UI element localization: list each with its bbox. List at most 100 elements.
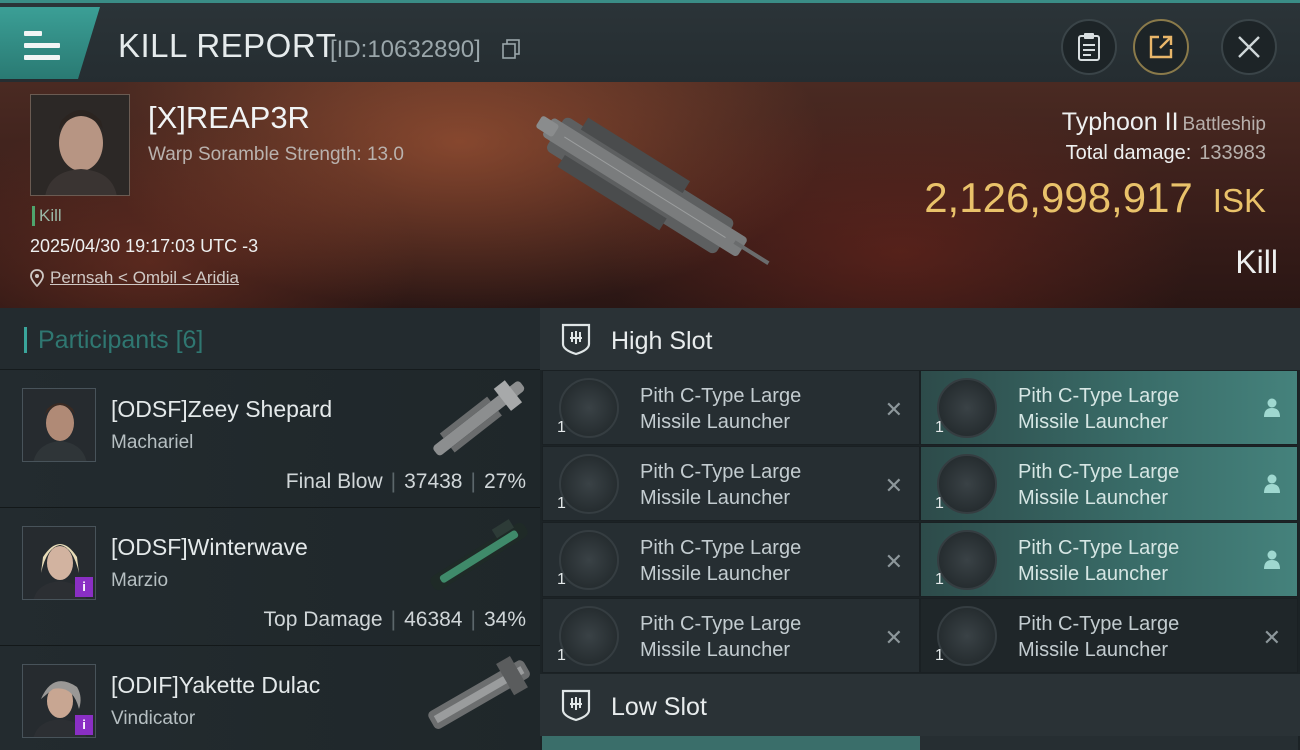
participants-title: Participants [6]	[38, 326, 204, 354]
missile-launcher-icon	[937, 530, 997, 590]
avatar: i	[22, 664, 96, 738]
high-slot-header: High Slot	[540, 308, 1300, 370]
avatar	[22, 388, 96, 462]
victim-ship: Typhoon II Battleship	[1062, 108, 1266, 137]
participant-ship-image	[428, 656, 530, 729]
header-accent-bar	[24, 327, 27, 353]
low-slot-module-partial[interactable]	[920, 736, 1298, 750]
participant-ship-image	[433, 380, 525, 456]
participant-row[interactable]: i [ODSF]Winterwave Marzio Top Damage | 463…	[0, 508, 540, 646]
module-slot[interactable]: 1 Pith C-Type Large Missile Launcher ✕	[542, 522, 920, 597]
module-name: Pith C-Type Large Missile Launcher	[640, 385, 802, 433]
module-quantity: 1	[557, 495, 566, 512]
low-slot-module-partial[interactable]	[542, 736, 920, 750]
participants-header[interactable]: Participants [6]	[0, 308, 540, 370]
low-slot-title: Low Slot	[611, 693, 707, 721]
module-name: Pith C-Type Large Missile Launcher	[1018, 385, 1180, 433]
participant-stats: Final Blow | 37438 | 27%	[285, 470, 526, 493]
participant-ship: Marzio	[111, 570, 169, 591]
victim-portrait[interactable]	[30, 94, 130, 196]
participant-ship: Vindicator	[111, 708, 196, 729]
module-quantity: 1	[557, 419, 566, 436]
close-icon: ✕	[884, 625, 903, 650]
participant-ship-image	[430, 519, 528, 591]
participant-stats: Top Damage | 46384 | 34%	[263, 608, 526, 631]
clipboard-button[interactable]	[1061, 19, 1117, 75]
module-slot[interactable]: 1 Pith C-Type Large Missile Launcher ✕	[542, 598, 920, 673]
ship-name: Typhoon II	[1061, 108, 1179, 136]
location-pin-icon	[30, 269, 44, 287]
participants-panel: Participants [6] [ODSF]Zeey Shepard Mach…	[0, 308, 540, 750]
module-slot[interactable]: 1 Pith C-Type Large Missile Launcher ✕	[542, 370, 920, 445]
menu-button[interactable]	[0, 7, 100, 79]
participant-row[interactable]: [ODSF]Zeey Shepard Machariel Final Blow |…	[0, 370, 540, 508]
victim-banner: [X]REAP3R Warp Soramble Strength: 13.0 K…	[0, 82, 1300, 308]
clipboard-icon	[1078, 33, 1100, 61]
missile-launcher-icon	[559, 606, 619, 666]
hamburger-menu-icon	[24, 31, 60, 60]
module-quantity: 1	[935, 571, 944, 588]
module-name: Pith C-Type Large Missile Launcher	[1018, 537, 1180, 585]
total-damage-label: Total damage:	[1065, 142, 1192, 164]
participant-role: Top Damage	[263, 608, 383, 631]
module-quantity: 1	[935, 495, 944, 512]
module-slot[interactable]: 1 Pith C-Type Large Missile Launcher	[920, 522, 1298, 597]
isk-unit: ISK	[1212, 182, 1266, 219]
kill-timestamp: 2025/04/30 19:17:03 UTC -3	[30, 236, 259, 256]
warp-scramble-strength: Warp Soramble Strength: 13.0	[148, 144, 404, 165]
share-button[interactable]	[1133, 19, 1189, 75]
module-slot[interactable]: 1 Pith C-Type Large Missile Launcher ✕	[920, 598, 1298, 673]
person-icon	[1264, 550, 1280, 569]
title-bar: KILL REPORT [ID:10632890]	[0, 0, 1300, 82]
total-damage: Total damage: 133983	[1066, 142, 1266, 165]
close-icon: ✕	[1262, 625, 1281, 650]
avatar: i	[22, 526, 96, 600]
module-name: Pith C-Type Large Missile Launcher	[640, 537, 802, 585]
module-name: Pith C-Type Large Missile Launcher	[640, 613, 802, 661]
participant-row[interactable]: i [ODIF]Yakette Dulac Vindicator	[0, 646, 540, 750]
module-quantity: 1	[935, 647, 944, 664]
isk-value: 2,126,998,917 ISK	[924, 174, 1266, 222]
share-icon	[1149, 35, 1173, 59]
copy-icon[interactable]	[502, 39, 520, 59]
missile-launcher-icon	[937, 378, 997, 438]
participants-count: [6]	[175, 326, 204, 354]
low-slot-icon	[561, 689, 591, 722]
victim-name: [X]REAP3R	[148, 100, 310, 135]
module-slot[interactable]: 1 Pith C-Type Large Missile Launcher	[920, 370, 1298, 445]
missile-launcher-icon	[937, 606, 997, 666]
participant-percent: 34%	[483, 608, 526, 631]
total-damage-value: 133983	[1199, 142, 1266, 164]
low-slot-header: Low Slot	[540, 674, 1300, 736]
module-quantity: 1	[557, 571, 566, 588]
person-icon	[1264, 474, 1280, 493]
participant-role: Final Blow	[285, 470, 383, 493]
close-icon: ✕	[884, 549, 903, 574]
module-quantity: 1	[557, 647, 566, 664]
close-icon: ✕	[884, 397, 903, 422]
participant-name: [ODSF]Winterwave	[111, 534, 308, 560]
page-title: KILL REPORT	[118, 27, 337, 64]
module-name: Pith C-Type Large Missile Launcher	[640, 461, 802, 509]
kill-location[interactable]: Pernsah < Ombil < Aridia	[30, 268, 239, 288]
ship-class: Battleship	[1182, 114, 1266, 135]
close-icon	[1238, 36, 1260, 58]
fitting-panel: High Slot 1 Pith C-Type Large Missile Lau…	[540, 308, 1300, 750]
missile-launcher-icon	[559, 378, 619, 438]
character-portrait-image	[31, 95, 129, 195]
module-quantity: 1	[935, 419, 944, 436]
kill-result: Kill	[1235, 244, 1278, 280]
close-button[interactable]	[1221, 19, 1277, 75]
info-badge: i	[75, 715, 93, 735]
missile-launcher-icon	[937, 454, 997, 514]
participant-damage: 46384	[404, 608, 463, 631]
close-icon: ✕	[884, 473, 903, 498]
location-link[interactable]: Pernsah < Ombil < Aridia	[50, 268, 239, 288]
high-slot-icon	[561, 323, 591, 356]
victim-ship-image[interactable]	[516, 100, 776, 290]
report-id: [ID:10632890]	[330, 36, 481, 63]
module-slot[interactable]: 1 Pith C-Type Large Missile Launcher ✕	[542, 446, 920, 521]
module-slot[interactable]: 1 Pith C-Type Large Missile Launcher	[920, 446, 1298, 521]
info-badge: i	[75, 577, 93, 597]
module-name: Pith C-Type Large Missile Launcher	[1018, 461, 1180, 509]
